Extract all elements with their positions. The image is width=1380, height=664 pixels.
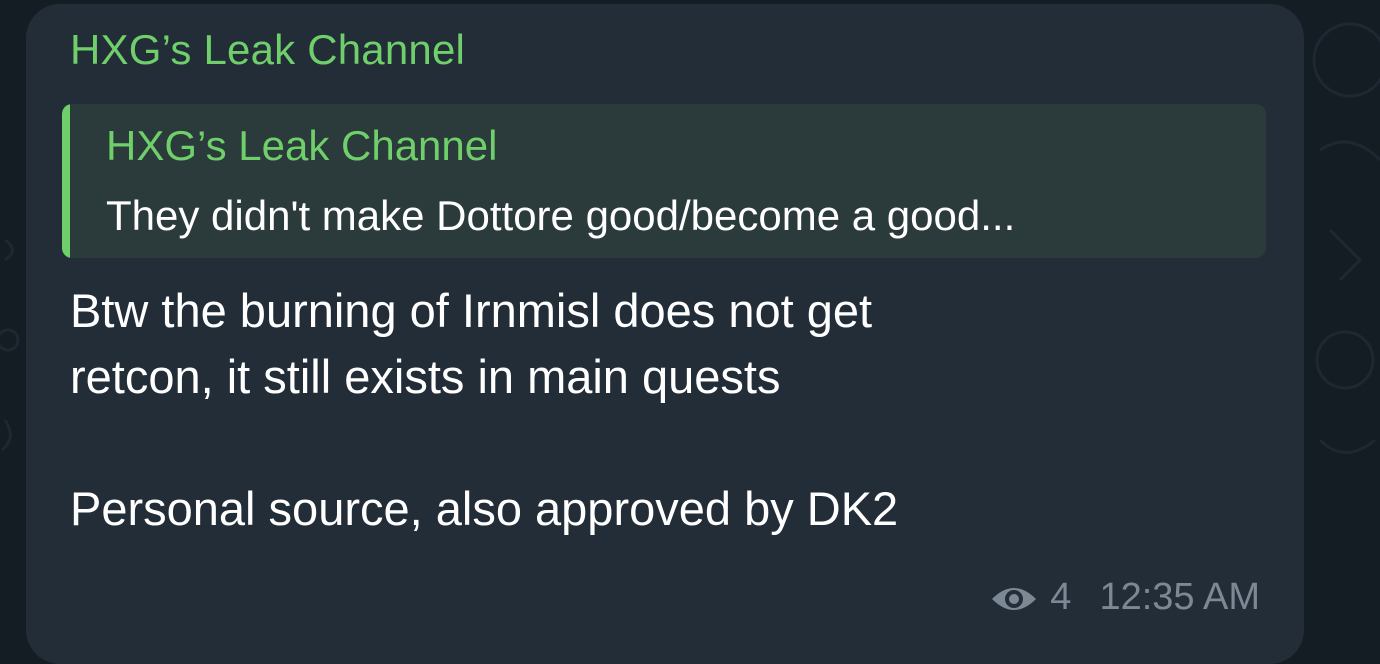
message-text: Btw the burning of Irnmisl does not get … bbox=[70, 278, 1250, 542]
message-line: Personal source, also approved by DK2 bbox=[70, 482, 899, 535]
message-line: Btw the burning of Irnmisl does not get bbox=[70, 284, 873, 337]
message-bubble[interactable]: HXG’s Leak Channel HXG’s Leak Channel Th… bbox=[26, 4, 1304, 664]
message-meta: 4 12:35 AM bbox=[990, 576, 1260, 619]
message-line: retcon, it still exists in main quests bbox=[70, 350, 781, 403]
eye-icon bbox=[990, 582, 1038, 614]
reply-sender-name: HXG’s Leak Channel bbox=[106, 122, 498, 169]
reply-preview[interactable]: HXG’s Leak Channel They didn't make Dott… bbox=[62, 104, 1266, 258]
reply-accent-bar bbox=[62, 104, 70, 258]
view-count: 4 bbox=[1050, 576, 1072, 618]
message-time: 12:35 AM bbox=[1099, 576, 1260, 618]
sender-name[interactable]: HXG’s Leak Channel bbox=[70, 26, 465, 74]
reply-text: They didn't make Dottore good/become a g… bbox=[106, 192, 1016, 239]
